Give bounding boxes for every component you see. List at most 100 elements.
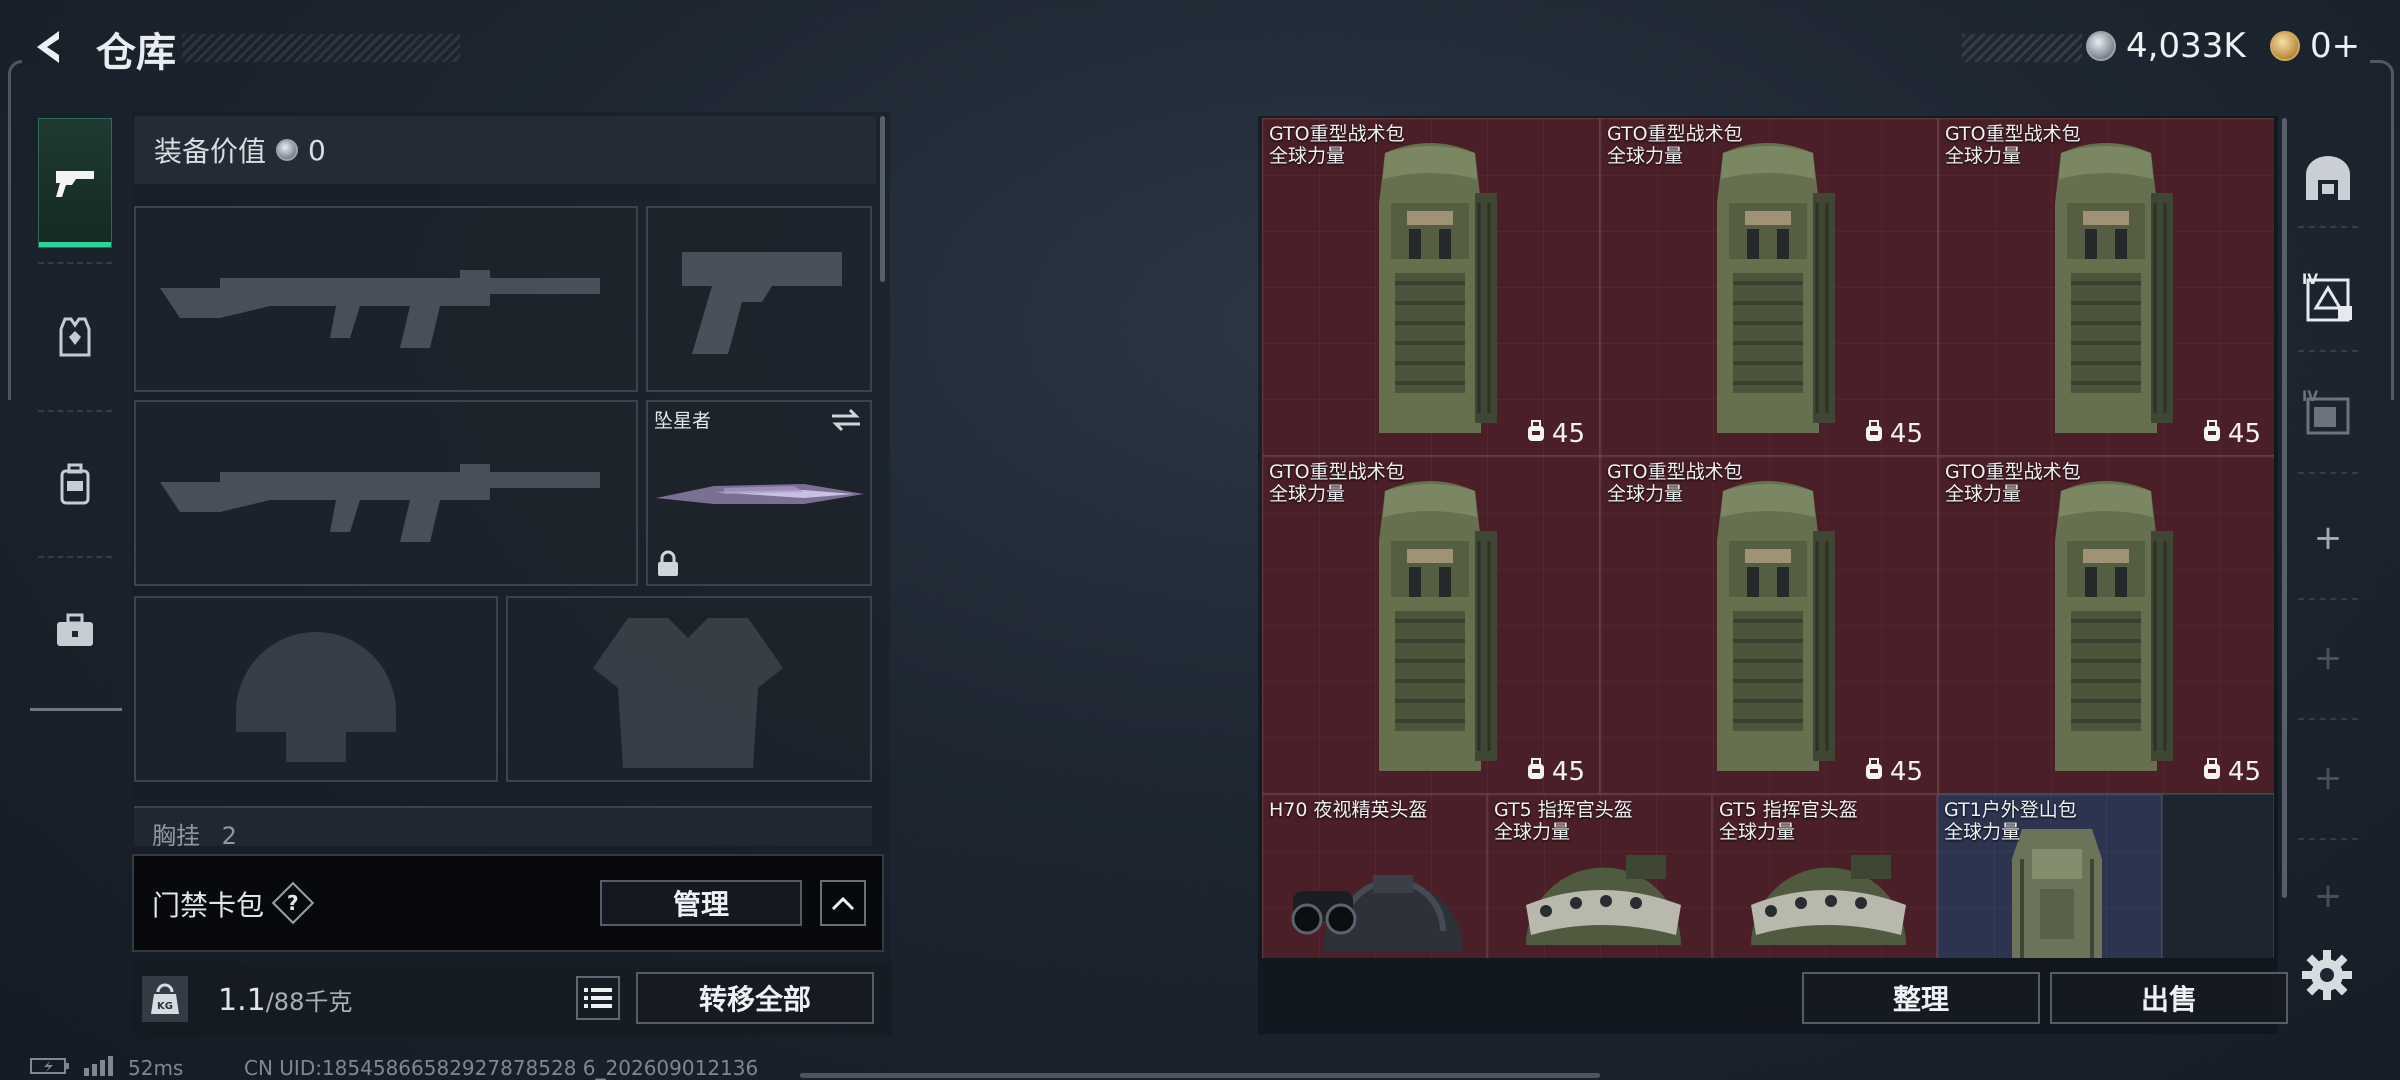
item-name: GTO重型战术包 bbox=[1269, 461, 1405, 483]
equipment-value-bar: 装备价值 0 bbox=[134, 116, 876, 184]
item-brand: 全球力量 bbox=[1269, 145, 1346, 167]
back-arrow-icon bbox=[37, 31, 59, 63]
backpack-icon bbox=[2031, 133, 2181, 455]
add-storage-button[interactable]: + bbox=[2298, 866, 2358, 926]
weight-icon: KG bbox=[142, 976, 188, 1022]
stash-item[interactable]: GT1户外登山包 全球力量 bbox=[1937, 794, 2162, 958]
empty-stash-cell[interactable] bbox=[2162, 794, 2274, 958]
stash-item[interactable]: GTO重型战术包 全球力量 45 bbox=[1938, 456, 2274, 794]
chevron-up-icon bbox=[831, 896, 855, 911]
capacity-icon bbox=[1526, 419, 1546, 449]
left-rail-bottom-line bbox=[30, 708, 122, 711]
svg-text:IV: IV bbox=[2302, 389, 2318, 405]
settings-button[interactable] bbox=[2300, 948, 2354, 1006]
svg-text:KG: KG bbox=[157, 1001, 173, 1012]
stash-item[interactable]: GTO重型战术包 全球力量 45 bbox=[1262, 118, 1600, 456]
backpack-icon bbox=[1355, 471, 1505, 793]
capacity-icon bbox=[1526, 757, 1546, 787]
item-brand: 全球力量 bbox=[1945, 145, 2022, 167]
tab-divider bbox=[38, 262, 112, 264]
weight-display: 1.1/88千克 bbox=[218, 982, 352, 1018]
item-capacity: 45 bbox=[2227, 419, 2261, 449]
stash-item[interactable]: GTO重型战术包 全球力量 45 bbox=[1938, 118, 2274, 456]
rail-divider bbox=[2298, 350, 2358, 352]
backpack-icon bbox=[1693, 471, 1843, 793]
battery-icon bbox=[30, 1056, 70, 1080]
back-button[interactable] bbox=[26, 24, 72, 70]
sort-label: 整理 bbox=[1892, 983, 1949, 1016]
chest-rig-row[interactable]: 胸挂 2 bbox=[134, 806, 872, 846]
stash-item[interactable]: GTO重型战术包 全球力量 45 bbox=[1600, 456, 1938, 794]
item-capacity: 45 bbox=[1889, 757, 1923, 787]
sell-button[interactable]: 出售 bbox=[2050, 972, 2288, 1024]
add-storage-button[interactable]: + bbox=[2298, 748, 2358, 808]
item-name: GT5 指挥官头盔 bbox=[1719, 799, 1858, 821]
stash-scrollbar[interactable] bbox=[2282, 118, 2287, 898]
tab-armor[interactable] bbox=[38, 272, 112, 402]
stash-item[interactable]: GTO重型战术包 全球力量 45 bbox=[1600, 118, 1938, 456]
list-icon bbox=[584, 988, 612, 1008]
locked-storage-button[interactable]: IV bbox=[2298, 382, 2358, 442]
helmet-slot[interactable] bbox=[134, 596, 498, 782]
secondary-weapon-slot[interactable] bbox=[134, 400, 638, 586]
list-view-button[interactable] bbox=[576, 976, 620, 1020]
item-name: GTO重型战术包 bbox=[1269, 123, 1405, 145]
kettlebell-icon: KG bbox=[151, 983, 179, 1014]
gold-currency[interactable]: 0+ bbox=[2270, 26, 2360, 66]
melee-name: 坠星者 bbox=[654, 410, 712, 432]
stash-item[interactable]: GTO重型战术包 全球力量 45 bbox=[1262, 456, 1600, 794]
stash-grid: GTO重型战术包 全球力量 45 GTO重型战术包 全球力量 45 GTO重型战术包… bbox=[1262, 118, 2274, 958]
safe-box-button[interactable] bbox=[2298, 148, 2358, 208]
pistol-slot[interactable] bbox=[646, 206, 872, 392]
chest-rig-label: 胸挂 bbox=[152, 822, 200, 846]
pistol-silhouette-icon bbox=[682, 252, 842, 354]
rail-divider bbox=[2298, 472, 2358, 474]
swap-icon[interactable] bbox=[830, 408, 862, 432]
rifle-silhouette-icon bbox=[160, 464, 600, 542]
add-storage-button[interactable]: + bbox=[2298, 628, 2358, 688]
transfer-all-button[interactable]: 转移全部 bbox=[636, 972, 874, 1024]
item-capacity: 45 bbox=[2227, 757, 2261, 787]
page-title: 仓库 bbox=[96, 30, 176, 76]
add-storage-button[interactable]: + bbox=[2298, 508, 2358, 568]
item-brand: 全球力量 bbox=[1719, 821, 1796, 843]
item-name: H70 夜视精英头盔 bbox=[1269, 799, 1428, 821]
melee-slot[interactable]: 坠星者 bbox=[646, 400, 872, 586]
tab-weapons[interactable] bbox=[38, 118, 112, 248]
nvg-helmet-icon bbox=[1291, 875, 1463, 951]
rail-divider bbox=[2298, 598, 2358, 600]
silver-coin-icon bbox=[2086, 31, 2116, 61]
tab-divider bbox=[38, 410, 112, 412]
body-armor-slot[interactable] bbox=[506, 596, 872, 782]
sort-button[interactable]: 整理 bbox=[1802, 972, 2040, 1024]
equipment-scrollbar[interactable] bbox=[880, 116, 885, 282]
manage-label: 管理 bbox=[672, 888, 729, 921]
tab-case[interactable] bbox=[38, 566, 112, 696]
lock-icon bbox=[658, 550, 678, 576]
capacity-icon bbox=[2202, 419, 2222, 449]
ping-text: 52ms bbox=[128, 1056, 184, 1080]
chest-rig-value: 2 bbox=[221, 822, 237, 846]
stash-item[interactable]: GT5 指挥官头盔 全球力量 bbox=[1487, 794, 1712, 958]
stash-item[interactable]: H70 夜视精英头盔 bbox=[1262, 794, 1487, 958]
manage-button[interactable]: 管理 bbox=[600, 880, 802, 926]
horizontal-scrollbar[interactable] bbox=[800, 1073, 1600, 1078]
expand-button[interactable] bbox=[820, 880, 866, 926]
tab-backpack[interactable] bbox=[38, 420, 112, 550]
safe-icon bbox=[2306, 156, 2350, 200]
silver-amount: 4,033K bbox=[2126, 26, 2246, 66]
equipment-value: 0 bbox=[308, 133, 326, 167]
storage-tier-button[interactable]: IV bbox=[2298, 266, 2358, 326]
primary-weapon-slot[interactable] bbox=[134, 206, 638, 392]
locked-storage-icon: IV bbox=[2302, 389, 2350, 435]
briefcase-icon bbox=[57, 613, 93, 646]
backpack-icon bbox=[2031, 471, 2181, 793]
item-capacity: 45 bbox=[1889, 419, 1923, 449]
signal-icon bbox=[82, 1056, 116, 1080]
armor-silhouette-icon bbox=[593, 618, 783, 768]
stash-item[interactable]: GT5 指挥官头盔 全球力量 bbox=[1712, 794, 1937, 958]
capacity-icon bbox=[2202, 757, 2222, 787]
item-capacity: 45 bbox=[1551, 757, 1585, 787]
silver-currency: 4,033K bbox=[2086, 26, 2246, 66]
item-brand: 全球力量 bbox=[1607, 483, 1684, 505]
